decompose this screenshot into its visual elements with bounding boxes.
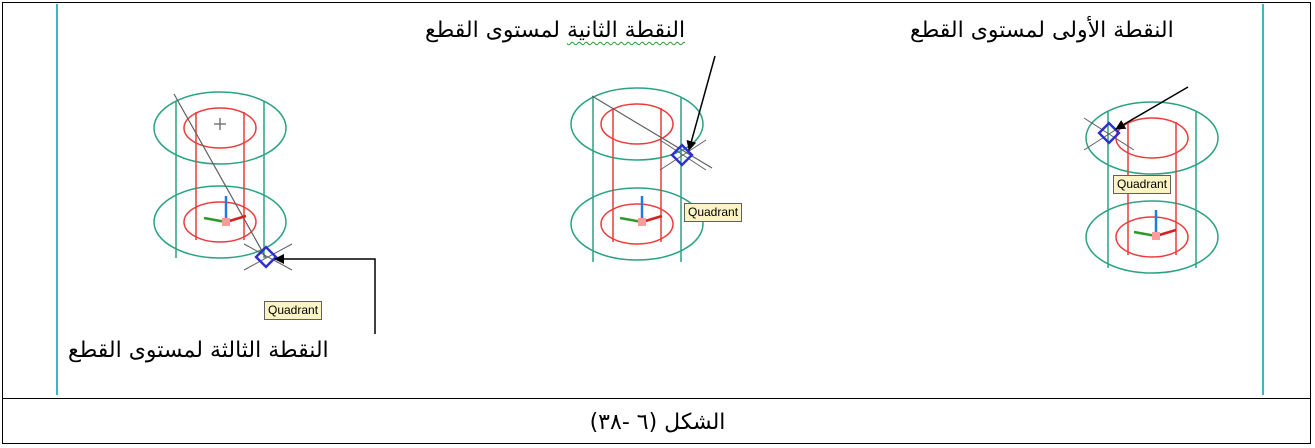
label-second-point-part-a: النقطة الثانية (566, 18, 686, 43)
label-third-point: النقطة الثالثة لمستوى القطع (68, 338, 329, 363)
ucs-icon (619, 196, 663, 226)
label-second-point-part-b: لمستوى القطع (425, 18, 560, 43)
quadrant-tooltip-middle: Quadrant (684, 203, 743, 222)
arrow-first-point (1115, 86, 1189, 130)
figure-caption: الشكل (٦ -٣٨) (589, 410, 726, 435)
ucs-icon (1133, 210, 1177, 240)
arrow-second-point (686, 55, 716, 151)
cylinder-figures (153, 55, 1219, 334)
cylinder-middle (570, 87, 713, 262)
quadrant-tooltip-right: Quadrant (1113, 175, 1172, 194)
arrow-third-point (274, 254, 376, 334)
label-first-point: النقطة الأولى لمستوى القطع (910, 18, 1174, 43)
quadrant-tooltip-left: Quadrant (264, 301, 323, 320)
label-second-point: النقطة الثانية لمستوى القطع (425, 18, 685, 43)
cylinder-left (153, 91, 293, 271)
